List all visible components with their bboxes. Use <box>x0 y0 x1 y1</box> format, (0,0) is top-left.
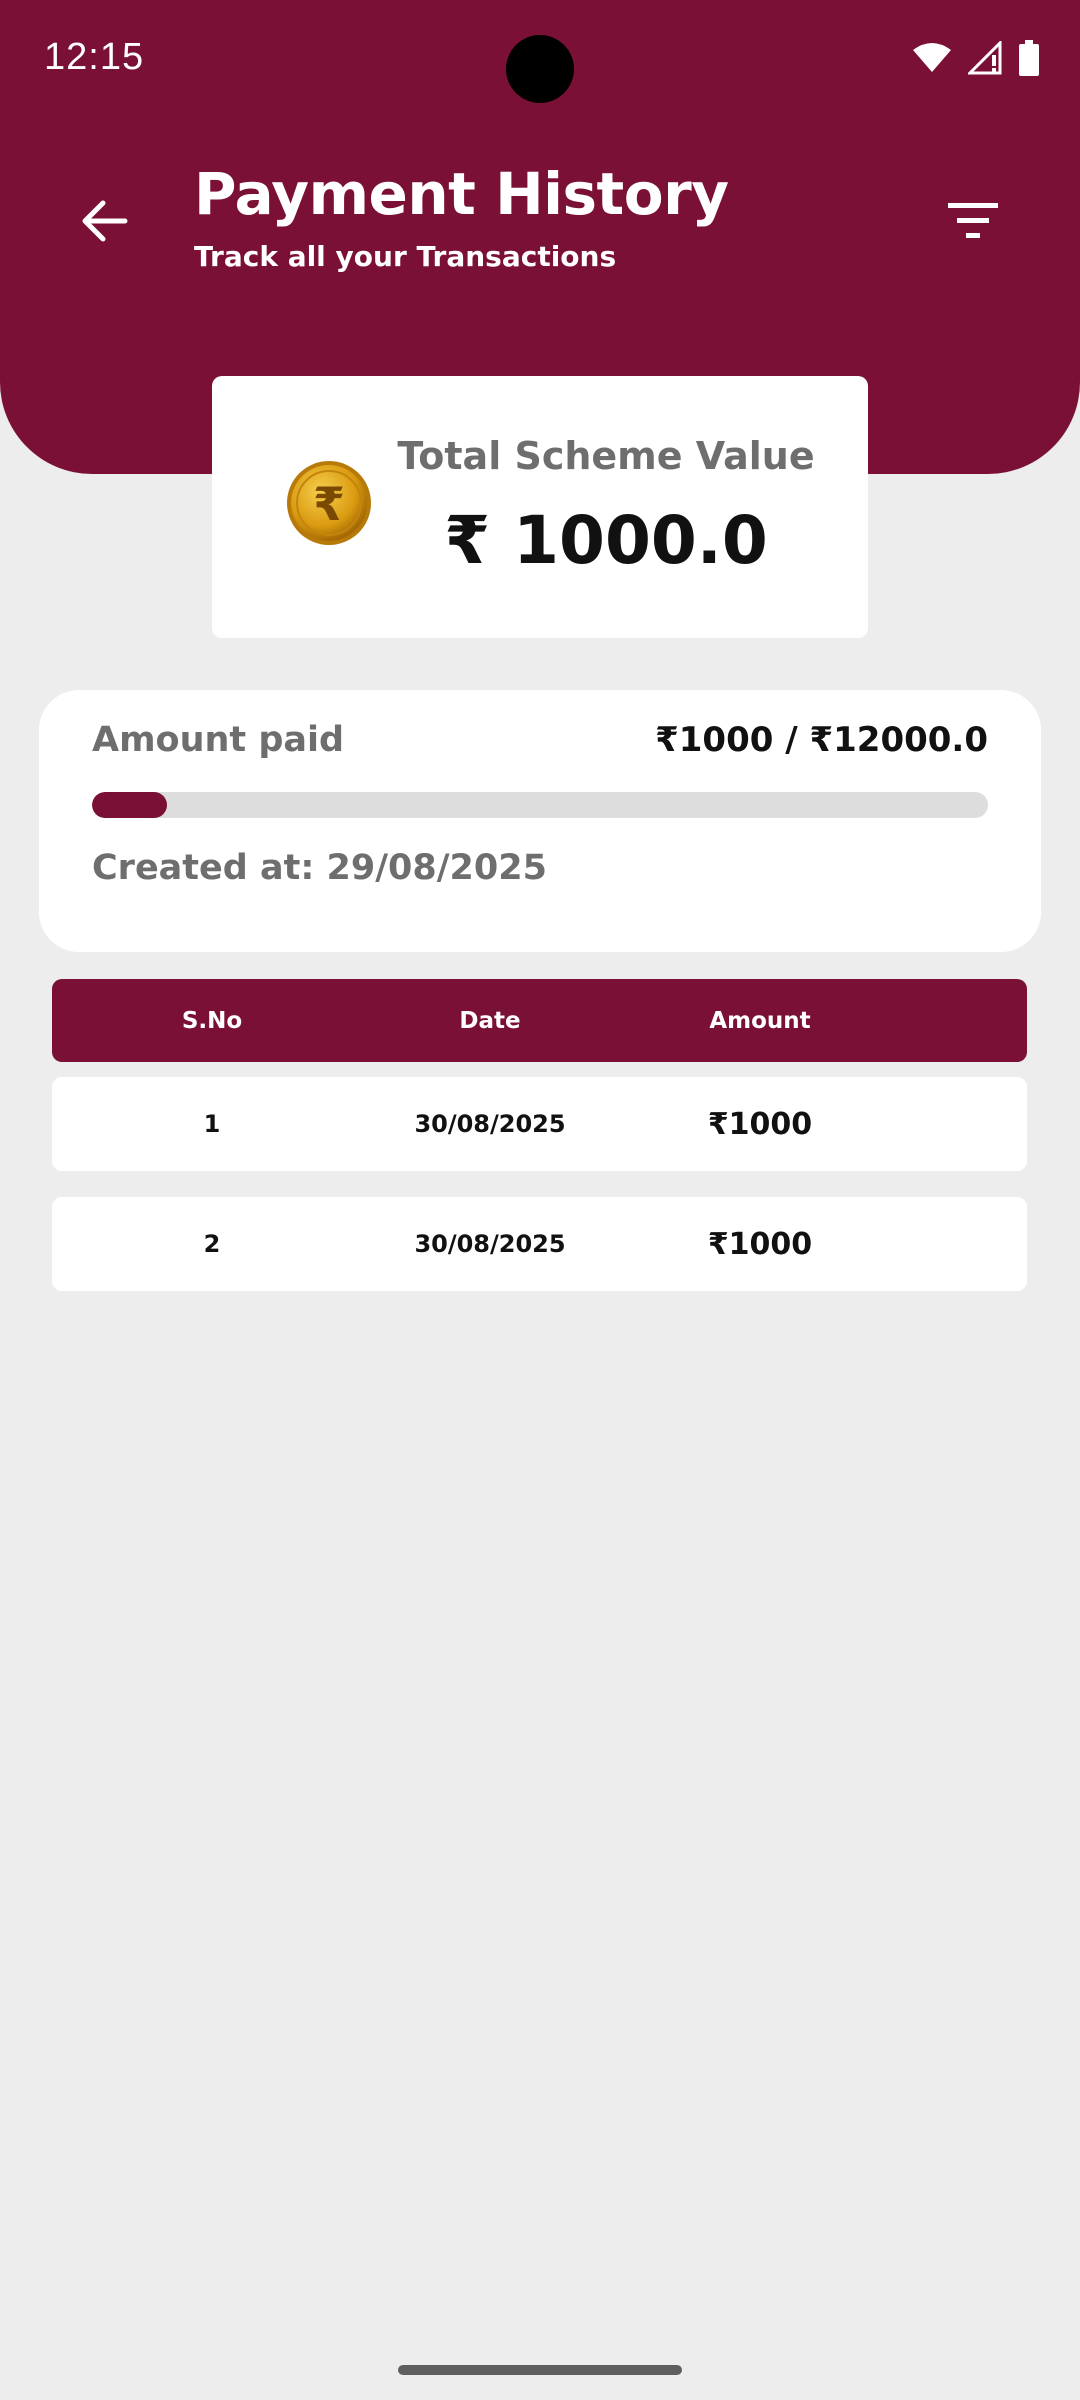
table-header: S.No Date Amount <box>52 979 1027 1062</box>
scheme-label: Total Scheme Value <box>397 434 815 478</box>
progress-bar <box>92 792 988 818</box>
battery-icon <box>1019 40 1039 76</box>
scheme-value: ₹ 1000.0 <box>444 502 768 579</box>
status-time: 12:15 <box>44 36 145 78</box>
created-date: Created at: 29/08/2025 <box>92 848 547 888</box>
home-indicator[interactable] <box>398 2365 682 2375</box>
row-sno: 1 <box>203 1110 221 1138</box>
screen: 12:15 Payment History Track all your Tra… <box>0 0 1080 2400</box>
amount-paid-label: Amount paid <box>92 720 345 760</box>
svg-text:₹: ₹ <box>313 477 345 531</box>
header-amount: Amount <box>709 1007 811 1034</box>
row-amount: ₹1000 <box>707 1226 813 1262</box>
filter-button[interactable] <box>930 178 1016 264</box>
row-date: 30/08/2025 <box>414 1230 566 1258</box>
progress-fill <box>92 792 167 818</box>
status-icons <box>912 40 1040 76</box>
back-button[interactable] <box>62 178 148 264</box>
row-sno: 2 <box>203 1230 221 1258</box>
camera-cutout <box>506 35 574 103</box>
row-date: 30/08/2025 <box>414 1110 566 1138</box>
table-row[interactable]: 1 30/08/2025 ₹1000 <box>52 1077 1027 1171</box>
wifi-icon <box>913 43 951 72</box>
signal-icon <box>968 41 1002 75</box>
filter-icon <box>948 203 998 238</box>
page-title: Payment History <box>194 160 729 228</box>
status-bar: 12:15 <box>0 0 1080 120</box>
header-date: Date <box>459 1007 521 1034</box>
amount-paid-value: ₹1000 / ₹12000.0 <box>655 720 988 760</box>
rupee-coin-icon: ₹ <box>287 461 371 545</box>
table-row[interactable]: 2 30/08/2025 ₹1000 <box>52 1197 1027 1291</box>
row-amount: ₹1000 <box>707 1106 813 1142</box>
arrow-left-icon <box>82 200 128 242</box>
page-subtitle: Track all your Transactions <box>194 240 617 273</box>
amount-paid-card: Amount paid ₹1000 / ₹12000.0 Created at:… <box>39 690 1041 952</box>
header-sno: S.No <box>181 1007 243 1034</box>
total-scheme-card: ₹ Total Scheme Value ₹ 1000.0 <box>212 376 868 638</box>
